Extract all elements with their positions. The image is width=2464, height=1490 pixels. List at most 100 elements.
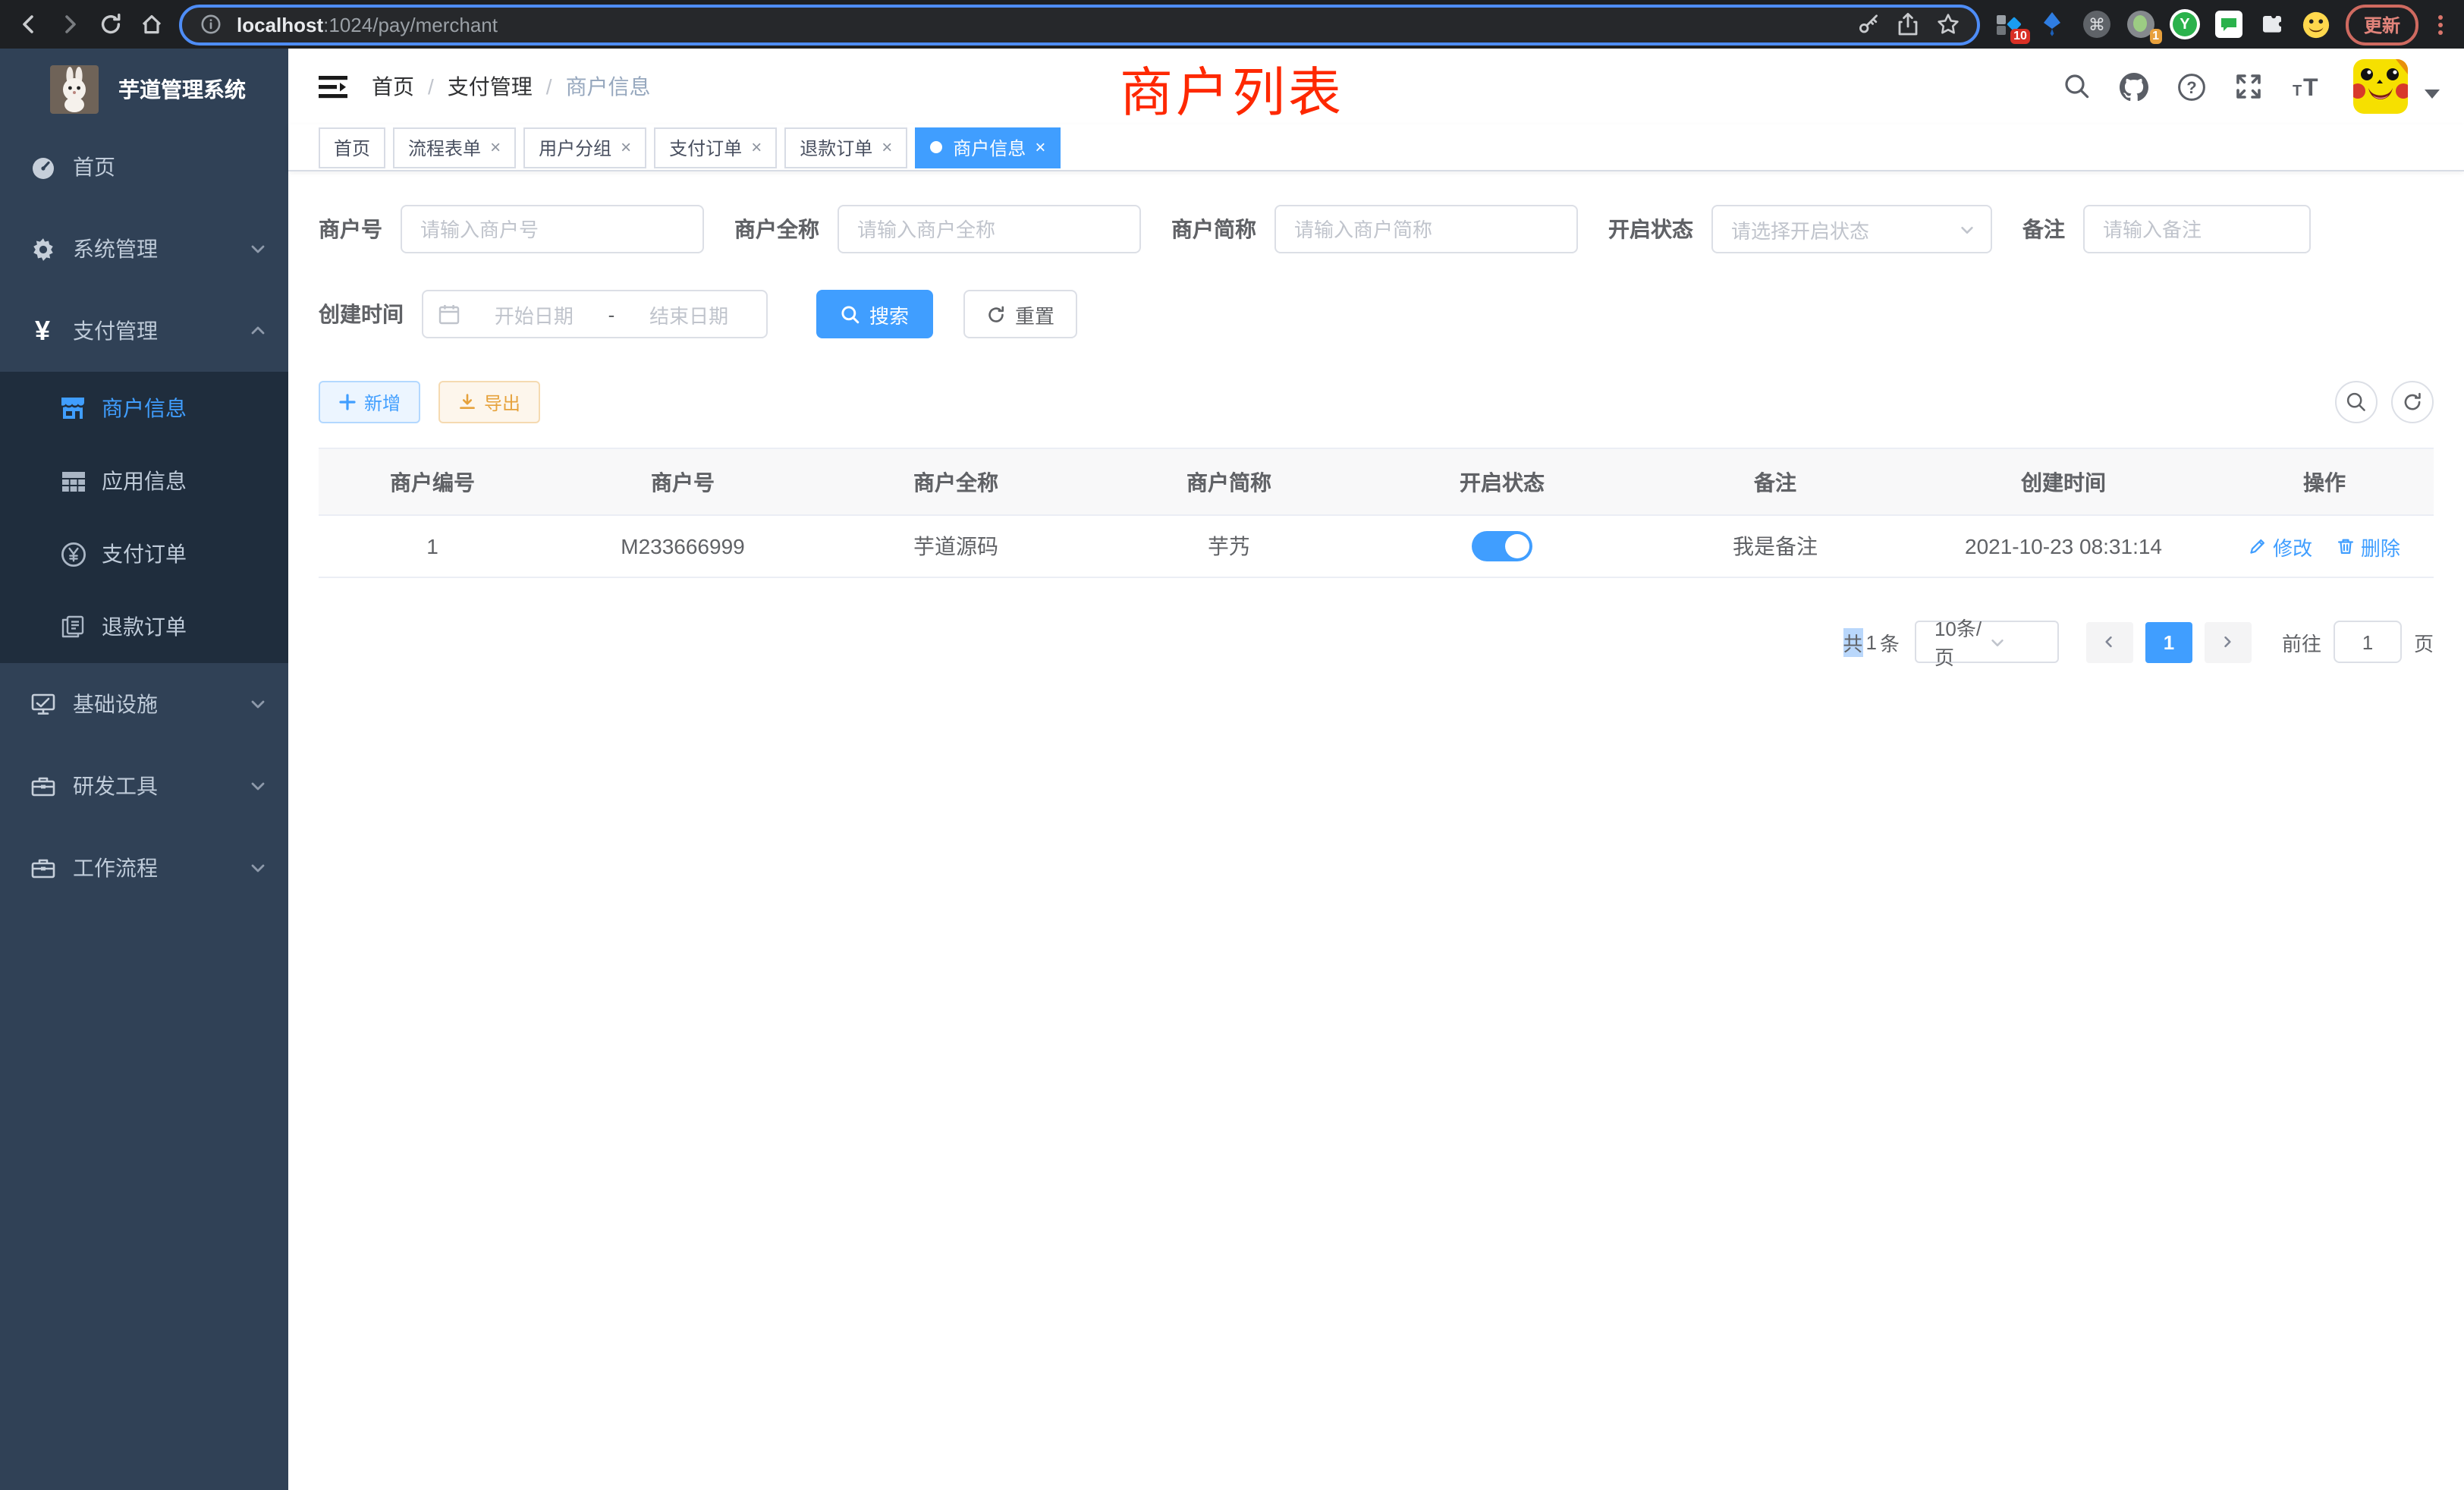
bookmark-star-icon[interactable] bbox=[1934, 11, 1962, 38]
home-icon[interactable] bbox=[138, 11, 165, 38]
svg-text:?: ? bbox=[2186, 77, 2196, 96]
close-icon[interactable]: × bbox=[621, 137, 631, 158]
page-size-select[interactable]: 10条/页 bbox=[1915, 621, 2059, 663]
avatar[interactable] bbox=[2353, 59, 2408, 114]
yuque-letter: Y bbox=[2173, 12, 2197, 36]
tab-pay-order[interactable]: 支付订单× bbox=[654, 127, 777, 168]
font-size-icon[interactable]: TT bbox=[2291, 73, 2324, 100]
full-name-input[interactable] bbox=[838, 205, 1141, 253]
url-path: :1024/pay/merchant bbox=[323, 13, 498, 36]
share-icon[interactable] bbox=[1895, 11, 1922, 38]
refresh-table-button[interactable] bbox=[2391, 381, 2434, 423]
sidebar-collapse-icon[interactable] bbox=[319, 74, 347, 99]
forward-icon[interactable] bbox=[56, 11, 83, 38]
sidebar-item-label: 研发工具 bbox=[73, 771, 158, 801]
filter-remark: 备注 bbox=[2022, 205, 2311, 253]
sidebar-item-system[interactable]: 系统管理 bbox=[0, 208, 288, 290]
sidebar-item-label: 基础设施 bbox=[73, 689, 158, 719]
page-number-button[interactable]: 1 bbox=[2145, 621, 2192, 662]
close-icon[interactable]: × bbox=[490, 137, 501, 158]
next-page-button[interactable] bbox=[2205, 621, 2252, 662]
goto-page-input[interactable] bbox=[2334, 621, 2402, 663]
sidebar-item-devtools[interactable]: 研发工具 bbox=[0, 745, 288, 827]
help-icon[interactable]: ? bbox=[2177, 72, 2206, 101]
chevron-up-icon bbox=[249, 322, 267, 340]
toolbox-icon bbox=[24, 774, 61, 798]
tab-process-form[interactable]: 流程表单× bbox=[393, 127, 516, 168]
sidebar-item-pay-order[interactable]: 支付订单 bbox=[0, 517, 288, 590]
add-button[interactable]: 新增 bbox=[319, 381, 420, 423]
page-content: 商户号 商户全称 商户简称 开启状态 请选择开启状态 bbox=[288, 171, 2464, 1490]
close-icon[interactable]: × bbox=[882, 137, 892, 158]
kite-extension-icon[interactable] bbox=[2038, 9, 2068, 39]
chat-extension-icon[interactable] bbox=[2214, 9, 2244, 39]
toggle-search-button[interactable] bbox=[2335, 381, 2378, 423]
sidebar-item-infra[interactable]: 基础设施 bbox=[0, 663, 288, 745]
close-icon[interactable]: × bbox=[751, 137, 762, 158]
sidebar-item-home[interactable]: 首页 bbox=[0, 126, 288, 208]
browser-menu-icon[interactable] bbox=[2432, 14, 2449, 34]
site-info-icon[interactable] bbox=[197, 11, 225, 38]
extension-tiles-icon[interactable]: 10 bbox=[1994, 9, 2024, 39]
password-key-icon[interactable] bbox=[1856, 11, 1883, 38]
command-extension-icon[interactable]: ⌘ bbox=[2082, 9, 2112, 39]
search-icon[interactable] bbox=[2063, 73, 2091, 100]
chevron-right-icon bbox=[2220, 634, 2236, 649]
merchant-no-input[interactable] bbox=[401, 205, 704, 253]
cell-merchant-id: 1 bbox=[319, 515, 546, 577]
breadcrumb-pay[interactable]: 支付管理 bbox=[448, 71, 533, 102]
chevron-down-icon bbox=[1959, 221, 1975, 237]
sidebar-logo[interactable]: 芋道管理系统 bbox=[0, 49, 288, 126]
breadcrumb-home[interactable]: 首页 bbox=[372, 71, 414, 102]
sidebar-item-workflow[interactable]: 工作流程 bbox=[0, 827, 288, 909]
tab-merchant-info[interactable]: 商户信息× bbox=[915, 127, 1061, 168]
fullscreen-icon[interactable] bbox=[2235, 73, 2262, 100]
prev-page-button[interactable] bbox=[2086, 621, 2133, 662]
tab-refund-order[interactable]: 退款订单× bbox=[784, 127, 907, 168]
col-actions: 操作 bbox=[2215, 448, 2434, 515]
reset-button[interactable]: 重置 bbox=[963, 290, 1077, 338]
back-icon[interactable] bbox=[15, 11, 42, 38]
chevron-down-icon bbox=[249, 777, 267, 795]
sidebar-item-refund-order[interactable]: 退款订单 bbox=[0, 590, 288, 663]
tab-user-group[interactable]: 用户分组× bbox=[523, 127, 646, 168]
close-icon[interactable]: × bbox=[1035, 137, 1045, 158]
chevron-down-icon bbox=[249, 859, 267, 877]
url-host: localhost bbox=[237, 13, 323, 36]
app-window: 芋道管理系统 首页 系统管理 ¥ 支付管理 商户信息 bbox=[0, 49, 2464, 1490]
puzzle-extensions-icon[interactable] bbox=[2258, 9, 2288, 39]
date-range-input[interactable]: 开始日期 - 结束日期 bbox=[422, 290, 768, 338]
search-button[interactable]: 搜索 bbox=[816, 290, 933, 338]
export-button[interactable]: 导出 bbox=[438, 381, 540, 423]
extension-badge: 10 bbox=[2010, 29, 2030, 44]
github-icon[interactable] bbox=[2120, 72, 2148, 101]
download-icon bbox=[458, 393, 476, 411]
proxy-extension-icon[interactable]: 1 bbox=[2126, 9, 2156, 39]
short-name-input[interactable] bbox=[1274, 205, 1578, 253]
chevron-down-icon bbox=[249, 695, 267, 713]
sidebar-item-label: 支付订单 bbox=[102, 539, 187, 569]
chrome-update-button[interactable]: 更新 bbox=[2346, 4, 2418, 45]
address-bar[interactable]: localhost:1024/pay/merchant bbox=[179, 4, 1980, 45]
rabbit-logo-icon bbox=[50, 65, 99, 114]
status-toggle[interactable] bbox=[1472, 531, 1532, 561]
emoji-extension-icon[interactable] bbox=[2302, 9, 2332, 39]
cell-actions: 修改 删除 bbox=[2215, 515, 2434, 577]
sidebar-item-app-info[interactable]: 应用信息 bbox=[0, 445, 288, 517]
navbar-right: ? TT bbox=[2063, 59, 2440, 114]
status-select[interactable]: 请选择开启状态 bbox=[1711, 205, 1992, 253]
yuque-extension-icon[interactable]: Y bbox=[2170, 9, 2200, 39]
delete-link[interactable]: 删除 bbox=[2337, 532, 2400, 561]
screen: localhost:1024/pay/merchant 10 ⌘ 1 Y 更新 bbox=[0, 0, 2464, 1490]
cell-short-name: 芋艿 bbox=[1092, 515, 1366, 577]
monitor-icon bbox=[24, 692, 61, 716]
remark-input[interactable] bbox=[2083, 205, 2311, 253]
tab-home[interactable]: 首页 bbox=[319, 127, 385, 168]
goto-label: 前往 bbox=[2282, 627, 2321, 656]
avatar-caret-icon[interactable] bbox=[2425, 89, 2440, 99]
sidebar-item-merchant-info[interactable]: 商户信息 bbox=[0, 372, 288, 445]
url-text[interactable]: localhost:1024/pay/merchant bbox=[237, 13, 498, 36]
sidebar-item-pay[interactable]: ¥ 支付管理 bbox=[0, 290, 288, 372]
edit-link[interactable]: 修改 bbox=[2249, 532, 2312, 561]
reload-icon[interactable] bbox=[97, 11, 124, 38]
